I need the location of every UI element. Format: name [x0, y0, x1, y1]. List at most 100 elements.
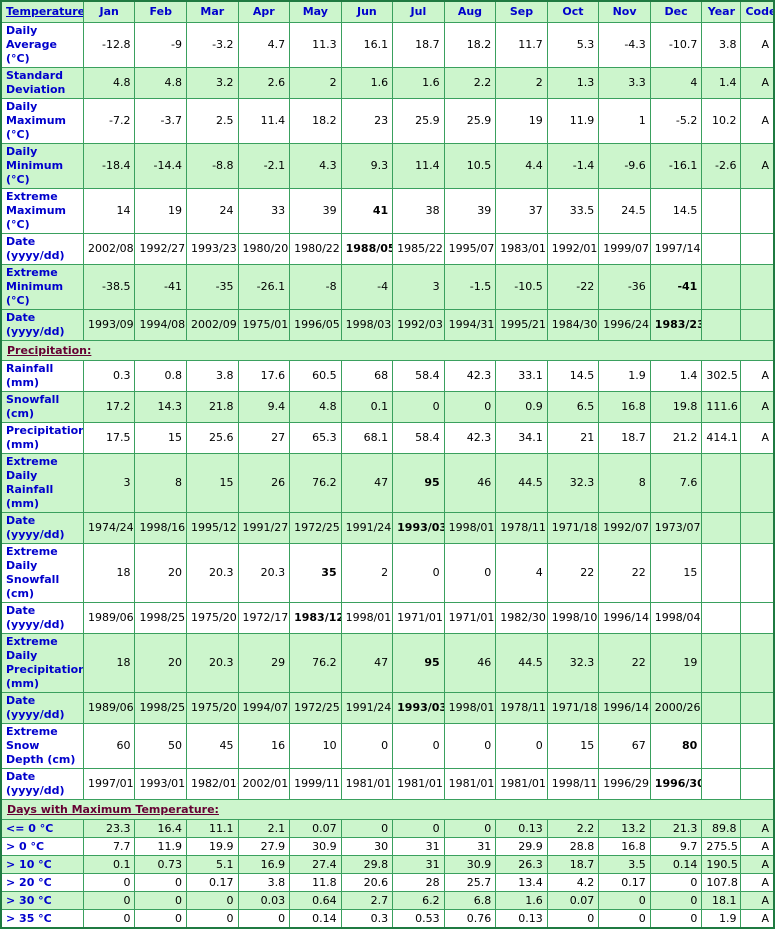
section-banner-label: Precipitation: — [0, 340, 775, 361]
cell-sep: 37 — [495, 188, 548, 234]
row-label: Extreme Maximum (°C) — [0, 188, 84, 234]
cell-may: 1972/25 — [289, 692, 342, 724]
cell-year: 302.5 — [701, 360, 742, 392]
table-body: Temperature: Jan Feb Mar Apr May Jun Jul Aug Sep O… — [0, 0, 775, 929]
cell-mar: 0.17 — [186, 873, 239, 892]
cell-year — [701, 264, 742, 310]
cell-sep: 13.4 — [495, 873, 548, 892]
cell-feb: 1993/01 — [134, 768, 188, 800]
cell-dec: 0.14 — [649, 855, 703, 874]
cell-jun: 2.7 — [340, 891, 394, 910]
cell-mar: -8.8 — [186, 143, 239, 189]
cell-jul: 3 — [392, 264, 445, 310]
column-header-row: Temperature: Jan Feb Mar Apr May Jun Jul Aug Sep O… — [0, 0, 775, 23]
cell-nov: 1 — [598, 98, 651, 144]
cell-code: A — [740, 22, 775, 68]
cell-jul: 95 — [392, 633, 445, 693]
cell-jun: 20.6 — [340, 873, 394, 892]
cell-nov: 0 — [598, 909, 651, 929]
cell-jul: 25.9 — [392, 98, 445, 144]
cell-jul: 31 — [392, 837, 445, 856]
cell-jul: 95 — [392, 453, 445, 513]
cell-feb: 1998/25 — [134, 602, 188, 634]
cell-jun: 68.1 — [340, 422, 394, 454]
cell-mar: 11.1 — [186, 819, 239, 838]
cell-feb: 0 — [134, 873, 188, 892]
cell-jun: 1991/24 — [340, 692, 394, 724]
cell-may: 4.8 — [289, 391, 342, 423]
cell-aug: 25.9 — [443, 98, 497, 144]
cell-dec: 0 — [649, 873, 703, 892]
cell-nov: 3.5 — [598, 855, 651, 874]
cell-nov: 16.8 — [598, 391, 651, 423]
cell-aug: 0 — [443, 723, 497, 769]
cell-year — [701, 692, 742, 724]
cell-oct: 0 — [546, 909, 600, 929]
cell-dec: 0 — [649, 891, 703, 910]
cell-apr: 0 — [237, 909, 291, 929]
cell-nov: 8 — [598, 453, 651, 513]
climate-data-table: Temperature: Jan Feb Mar Apr May Jun Jul Aug Sep O… — [0, 0, 775, 929]
cell-jan: 7.7 — [82, 837, 136, 856]
cell-oct: 15 — [546, 723, 600, 769]
cell-oct: 33.5 — [546, 188, 600, 234]
cell-nov: 67 — [598, 723, 651, 769]
cell-year — [701, 453, 742, 513]
cell-dec: -16.1 — [649, 143, 703, 189]
cell-dec: 14.5 — [649, 188, 703, 234]
cell-feb: 1994/08 — [134, 309, 188, 341]
cell-aug: 42.3 — [443, 360, 497, 392]
cell-nov: 3.3 — [598, 67, 651, 99]
cell-oct: 1.3 — [546, 67, 600, 99]
cell-year — [701, 768, 742, 800]
cell-jul: 0 — [392, 543, 445, 603]
table-row: Extreme Daily Snowfall (cm) 18 20 20.3 20.3 3… — [0, 543, 775, 603]
cell-oct: -1.4 — [546, 143, 600, 189]
cell-jun: 16.1 — [340, 22, 394, 68]
cell-feb: 15 — [134, 422, 188, 454]
cell-may: 1999/11 — [289, 768, 342, 800]
cell-jun: 1981/01+ — [340, 768, 394, 800]
row-label: Date (yyyy/dd) — [0, 768, 84, 800]
cell-apr: 0.03 — [237, 891, 291, 910]
cell-aug: 10.5 — [443, 143, 497, 189]
cell-may: 4.3 — [289, 143, 342, 189]
table-row: Date (yyyy/dd) 2002/08 1992/27 1993/23 1980/… — [0, 233, 775, 265]
row-label: Daily Minimum (°C) — [0, 143, 84, 189]
cell-year: 111.6 — [701, 391, 742, 423]
cell-dec: 1973/07 — [649, 512, 703, 544]
cell-jan: 1974/24+ — [82, 512, 136, 544]
table-row: Daily Minimum (°C) -18.4 -14.4 -8.8 -2.1 4.3 9… — [0, 143, 775, 189]
cell-may: 27.4 — [289, 855, 342, 874]
cell-code: A — [740, 819, 775, 838]
cell-oct: 0.07 — [546, 891, 600, 910]
table-row: Date (yyyy/dd)1974/24+1998/161995/121991… — [0, 512, 775, 544]
cell-may: 60.5 — [289, 360, 342, 392]
cell-jul: 1993/03 — [392, 692, 445, 724]
cell-jun: -4 — [340, 264, 394, 310]
cell-jan: 1989/06 — [82, 692, 136, 724]
cell-jun: 0.3 — [340, 909, 394, 929]
cell-code — [740, 692, 775, 724]
cell-mar: 20.3 — [186, 543, 239, 603]
table-row: Extreme Snow Depth (cm) 60 50 45 16 10 0 0 0 0 15 6… — [0, 723, 775, 769]
cell-jun: 47 — [340, 633, 394, 693]
column-header-year: Year — [701, 0, 742, 23]
cell-jan: 0.1 — [82, 855, 136, 874]
cell-aug: 0 — [443, 391, 497, 423]
cell-nov: 16.8 — [598, 837, 651, 856]
cell-jan: 17.2 — [82, 391, 136, 423]
cell-jul: 38 — [392, 188, 445, 234]
cell-jun: 29.8 — [340, 855, 394, 874]
row-label: Snowfall (cm) — [0, 391, 84, 423]
cell-apr: 9.4 — [237, 391, 291, 423]
cell-sep: 1.6 — [495, 891, 548, 910]
cell-mar: 5.1 — [186, 855, 239, 874]
table-row: Extreme Maximum (°C) 14 19 24 33 39 41 38 39 37 33… — [0, 188, 775, 234]
cell-jul: 18.7 — [392, 22, 445, 68]
cell-aug: 25.7 — [443, 873, 497, 892]
cell-jun: 41 — [340, 188, 394, 234]
cell-aug: 1995/07 — [443, 233, 497, 265]
cell-mar: 1975/20 — [186, 692, 239, 724]
row-label: Extreme Daily Rainfall (mm) — [0, 453, 84, 513]
